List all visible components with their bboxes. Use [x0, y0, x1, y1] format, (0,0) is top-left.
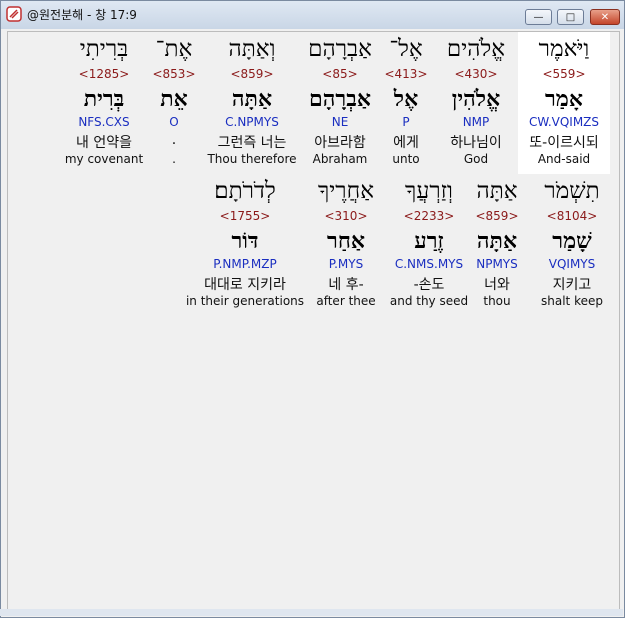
strong-number[interactable]: <2233> [386, 209, 472, 223]
hebrew-word: בְּרִיתִי [79, 36, 129, 62]
hebrew-root: בְּרִית [83, 86, 125, 112]
korean-gloss: 지키고 [552, 277, 592, 293]
app-window: @원전분해 - 창 17:9 — □ ✕ וַיֹּאמֶר <559> אָמ… [0, 0, 625, 618]
korean-gloss: 내 언약을 [76, 135, 132, 151]
parsing-code: C.NMS.MYS [394, 257, 464, 271]
strong-number[interactable]: <310> [306, 209, 386, 223]
hebrew-word: וְאַתָּה [228, 36, 276, 62]
hebrew-word: תִשְׁמֹר [544, 178, 600, 204]
parsing-code: NE [331, 115, 349, 129]
hebrew-root: אָמַר [545, 86, 583, 112]
english-gloss: thou [483, 294, 511, 308]
strong-number[interactable]: <559> [518, 67, 610, 81]
korean-gloss: . [171, 132, 177, 148]
word-column[interactable]: וְזַרְעֲךָ <2233> זֶרַע C.NMS.MYS -손도 an… [386, 174, 472, 316]
close-icon: ✕ [600, 11, 610, 23]
hebrew-word: אַתָּה [476, 178, 518, 204]
minimize-icon: — [533, 11, 544, 23]
hebrew-word: וְזַרְעֲךָ [405, 178, 453, 204]
korean-gloss: 아브라함 [314, 135, 366, 151]
english-gloss: And-said [537, 152, 591, 166]
english-gloss: shalt keep [541, 294, 603, 308]
minimize-button[interactable]: — [525, 9, 552, 25]
hebrew-word: אֶל־ [389, 36, 423, 62]
english-gloss: Thou therefore [207, 152, 297, 166]
hebrew-root: אֶל [393, 86, 419, 112]
parsing-code: NFS.CXS [78, 115, 130, 129]
hebrew-root: אַבְרָהָם [309, 86, 371, 112]
word-column[interactable]: אֶל־ <413> אֶל P 에게 unto [378, 32, 434, 174]
english-gloss: Abraham [312, 152, 368, 166]
korean-gloss: 너와 [484, 277, 510, 293]
maximize-icon: □ [565, 11, 576, 23]
strong-number[interactable]: <430> [436, 67, 516, 81]
parsing-code: VQIMYS [548, 257, 596, 271]
parsing-code: C.NPMYS [225, 115, 279, 129]
english-gloss: God [463, 152, 489, 166]
parsing-code: O [169, 115, 179, 129]
strong-number[interactable]: <859> [466, 209, 528, 223]
parsing-code: P.NMP.MZP [213, 257, 277, 271]
hebrew-word: וַיֹּאמֶר [538, 36, 590, 62]
hebrew-root: אַתָּה [231, 86, 273, 112]
parsing-code: P.MYS [328, 257, 364, 271]
hebrew-root: אַתָּה [476, 228, 518, 254]
app-logo-icon [6, 6, 22, 22]
parsing-code: CW.VQIMZS [528, 115, 600, 129]
strong-number[interactable]: <413> [378, 67, 434, 81]
word-column[interactable]: בְּרִיתִי <1285> בְּרִית NFS.CXS 내 언약을 m… [58, 32, 150, 174]
word-column[interactable]: לְדֹרֹתָם׃ <1755> דּוֹר P.NMP.MZP 대대로 지키… [184, 174, 306, 316]
title-bar[interactable]: @원전분해 - 창 17:9 — □ ✕ [1, 1, 624, 29]
korean-gloss: 또-이르시되 [529, 135, 599, 151]
strong-number[interactable]: <859> [204, 67, 300, 81]
word-column[interactable]: תִשְׁמֹר <8104> שָׁמַר VQIMYS 지키고 shalt … [530, 174, 614, 316]
word-column[interactable]: וַיֹּאמֶר <559> אָמַר CW.VQIMZS 또-이르시되 A… [518, 32, 610, 174]
parsing-code: P [402, 115, 410, 129]
close-button[interactable]: ✕ [590, 9, 620, 25]
hebrew-word: אֶת־ [155, 36, 193, 62]
english-gloss: . [172, 152, 176, 166]
english-gloss: after thee [316, 294, 376, 308]
strong-number[interactable]: <85> [300, 67, 380, 81]
korean-gloss: 네 후- [328, 277, 364, 293]
word-column[interactable]: אֱלֹהִים <430> אֱלֹהִין NMP 하나님이 God [436, 32, 516, 174]
maximize-button[interactable]: □ [557, 9, 584, 25]
window-bottom-edge [0, 609, 623, 616]
hebrew-root: אֵת [160, 86, 188, 112]
word-column[interactable]: וְאַתָּה <859> אַתָּה C.NPMYS 그런즉 너는 Tho… [204, 32, 300, 174]
korean-gloss: -손도 [413, 277, 445, 293]
hebrew-word: אַבְרָהָם [308, 36, 372, 62]
word-column[interactable]: אֶת־ <853> אֵת O . . [148, 32, 200, 174]
english-gloss: unto [392, 152, 420, 166]
strong-number[interactable]: <1285> [58, 67, 150, 81]
korean-gloss: 에게 [393, 135, 419, 151]
korean-gloss: 대대로 지키라 [204, 277, 286, 293]
window-title: @원전분해 - 창 17:9 [27, 8, 137, 22]
hebrew-root: שָׁמַר [552, 228, 592, 254]
english-gloss: my covenant [64, 152, 144, 166]
parsing-code: NPMYS [476, 257, 518, 271]
word-analysis-panel: וַיֹּאמֶר <559> אָמַר CW.VQIMZS 또-이르시되 A… [7, 31, 620, 611]
hebrew-word: אַחֲרֶיךָ [317, 178, 375, 204]
strong-number[interactable]: <8104> [530, 209, 614, 223]
english-gloss: and thy seed [389, 294, 469, 308]
hebrew-root: זֶרַע [414, 228, 444, 254]
hebrew-root: אֱלֹהִין [451, 86, 501, 112]
korean-gloss: 그런즉 너는 [217, 135, 287, 151]
word-column[interactable]: אַחֲרֶיךָ <310> אַחַר P.MYS 네 후- after t… [306, 174, 386, 316]
strong-number[interactable]: <853> [148, 67, 200, 81]
word-column[interactable]: אַבְרָהָם <85> אַבְרָהָם NE 아브라함 Abraham [300, 32, 380, 174]
korean-gloss: 하나님이 [450, 135, 502, 151]
english-gloss: in their generations [185, 294, 305, 308]
hebrew-root: דּוֹר [231, 228, 259, 254]
strong-number[interactable]: <1755> [184, 209, 306, 223]
word-column[interactable]: אַתָּה <859> אַתָּה NPMYS 너와 thou [466, 174, 528, 316]
parsing-code: NMP [462, 115, 490, 129]
hebrew-word: לְדֹרֹתָם׃ [214, 178, 276, 204]
hebrew-word: אֱלֹהִים [446, 36, 506, 62]
hebrew-root: אַחַר [327, 228, 365, 254]
